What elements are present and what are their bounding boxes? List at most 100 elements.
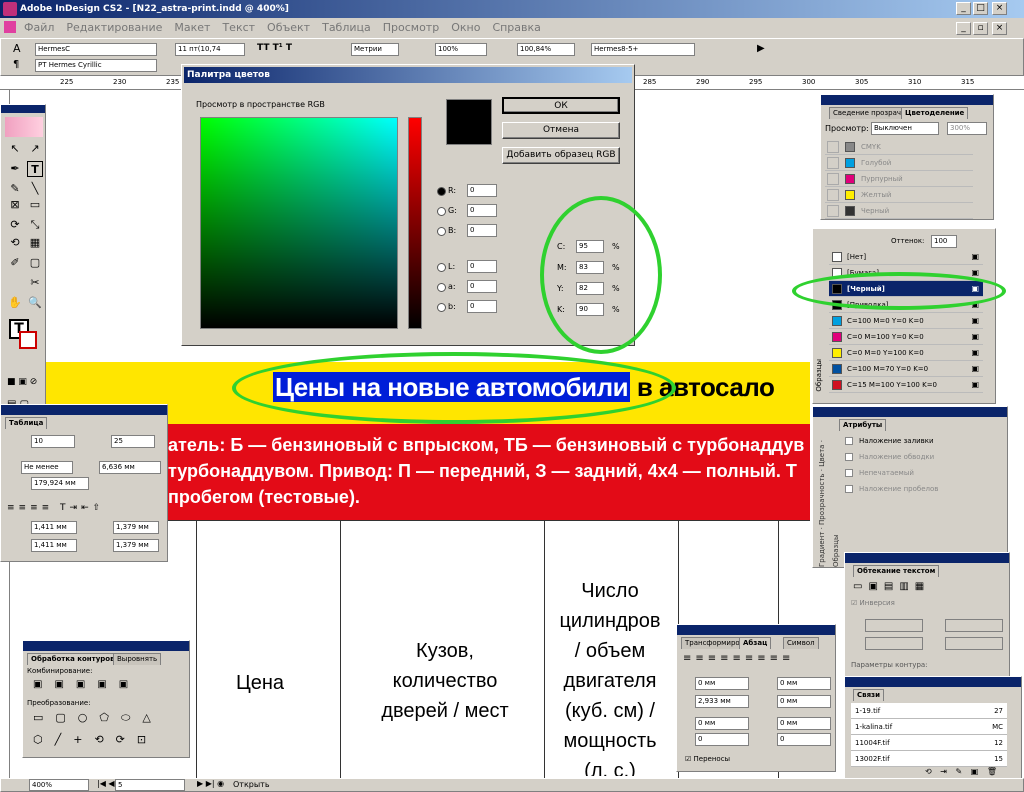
vertical-scale-field[interactable]: 100,84% <box>517 43 575 56</box>
ink-eye-toggle[interactable] <box>827 157 839 169</box>
eyedropper-tool[interactable]: ✐ <box>7 255 23 271</box>
color-mode-radio[interactable] <box>437 207 446 216</box>
ink-eye-toggle[interactable] <box>827 189 839 201</box>
wrap-offset-top[interactable] <box>865 619 923 632</box>
color-value-field[interactable]: 0 <box>467 300 497 313</box>
doc-minimize-button[interactable]: _ <box>956 22 971 35</box>
doc-restore-button[interactable]: ▫ <box>973 22 988 35</box>
zoom-field[interactable]: 400% <box>29 779 89 791</box>
zoom-tool[interactable]: 🔍 <box>27 295 43 311</box>
inset-right-field[interactable]: 1,379 мм <box>113 539 159 552</box>
tint-field[interactable]: 100 <box>931 235 957 248</box>
button-tool[interactable]: ▢ <box>27 255 43 271</box>
swatch-row[interactable]: C=15 M=100 Y=100 K=0 ▣ <box>829 377 983 393</box>
tab-character[interactable]: Символ <box>783 637 819 649</box>
doc-close-button[interactable]: × <box>992 22 1007 35</box>
tab-attributes[interactable]: Атрибуты <box>839 419 887 431</box>
hand-tool[interactable]: ✋ <box>7 295 23 311</box>
scissors-tool[interactable]: ✂ <box>27 275 43 291</box>
last-line-indent-field[interactable]: 0 мм <box>777 695 831 708</box>
link-row[interactable]: 1-kalina.tif МС <box>851 719 1007 735</box>
para-control-icon[interactable]: ¶ <box>13 59 19 70</box>
wrap-offset-left[interactable] <box>945 619 1003 632</box>
open-menu[interactable]: Открыть <box>233 780 270 789</box>
color-mode-radio[interactable] <box>437 283 446 292</box>
rotate-tool[interactable]: ⟳ <box>7 217 23 233</box>
swatch-row[interactable]: C=0 M=0 Y=100 K=0 ▣ <box>829 345 983 361</box>
free-transform-tool[interactable]: ⟲ <box>7 235 23 251</box>
menu-item[interactable]: Текст <box>222 21 255 34</box>
menu-item[interactable]: Таблица <box>322 21 371 34</box>
scale-tool[interactable]: ⤡ <box>27 217 43 233</box>
menu-item[interactable]: Редактирование <box>66 21 162 34</box>
ink-row[interactable]: Голубой <box>825 155 973 171</box>
font-style-field[interactable]: PT Hermes Cyrillic <box>35 59 157 72</box>
ink-eye-toggle[interactable] <box>827 205 839 217</box>
ink-row[interactable]: CMYK <box>825 139 973 155</box>
attribute-checkbox[interactable]: Непечатаемый <box>845 469 914 477</box>
combine-buttons[interactable]: ▣▣▣▣▣ <box>33 679 140 690</box>
convert-shape-buttons[interactable]: ▭▢○⬠⬭△ <box>33 711 163 725</box>
gradient-tool[interactable]: ▦ <box>27 235 43 251</box>
menu-item[interactable]: Просмотр <box>383 21 439 34</box>
tab-align[interactable]: Выровнять <box>113 653 162 665</box>
apply-color-buttons[interactable]: ■ ▣ ⊘ <box>7 377 37 387</box>
kerning-field[interactable]: Метрии <box>351 43 399 56</box>
pen-tool[interactable]: ✒ <box>7 161 23 177</box>
text-align-buttons[interactable]: ≡≡≡≡ T⇥⇤⇧ <box>7 503 104 513</box>
color-mode-radio[interactable] <box>437 227 446 236</box>
swatch-row[interactable]: C=100 M=70 Y=0 K=0 ▣ <box>829 361 983 377</box>
ink-row[interactable]: Желтый <box>825 187 973 203</box>
control-menu-icon[interactable]: ▶ <box>757 43 765 54</box>
side-tab-transparency[interactable]: Прозрачность <box>818 473 826 525</box>
convert-line-buttons[interactable]: ⬡╱+⟲⟳⊡ <box>33 733 158 746</box>
first-line-indent-field[interactable]: 2,933 мм <box>695 695 749 708</box>
sep-zoom-select[interactable]: 300% <box>947 122 987 135</box>
attribute-checkbox[interactable]: Наложение заливки <box>845 437 934 445</box>
color-value-field[interactable]: 0 <box>467 280 497 293</box>
menu-item[interactable]: Макет <box>174 21 210 34</box>
tab-separations[interactable]: Цветоделение <box>901 107 969 119</box>
side-tab-swatches[interactable]: Образцы <box>832 534 840 567</box>
inset-bottom-field[interactable]: 1,379 мм <box>113 521 159 534</box>
col-width-field[interactable]: 179,924 мм <box>31 477 89 490</box>
side-tab-colors[interactable]: Цвета <box>818 445 826 467</box>
close-button[interactable]: × <box>992 2 1007 15</box>
tab-table[interactable]: Таблица <box>5 417 48 429</box>
inset-left-field[interactable]: 1,411 мм <box>31 539 77 552</box>
attribute-checkbox[interactable]: Наложение пробелов <box>845 485 938 493</box>
type-tool[interactable]: T <box>27 161 43 177</box>
tab-text-wrap[interactable]: Обтекание текстом <box>853 565 940 577</box>
links-buttons[interactable]: ⟲ ⇥ ✎ ▣ 🗑 <box>925 767 1000 776</box>
inset-top-field[interactable]: 1,411 мм <box>31 521 77 534</box>
swatch-row[interactable]: C=100 M=0 Y=0 K=0 ▣ <box>829 313 983 329</box>
row-height-mode[interactable]: Не менее <box>21 461 73 474</box>
right-indent-field[interactable]: 0 мм <box>777 677 831 690</box>
tab-pathfinder[interactable]: Обработка контуров <box>27 653 119 665</box>
red-slider[interactable] <box>408 117 422 329</box>
color-field[interactable] <box>200 117 398 329</box>
ink-eye-toggle[interactable] <box>827 173 839 185</box>
color-value-field[interactable]: 0 <box>467 184 497 197</box>
drop-cap-lines-field[interactable]: 0 <box>695 733 749 746</box>
menu-item[interactable]: Объект <box>267 21 310 34</box>
color-mode-radio[interactable] <box>437 263 446 272</box>
rect-tool[interactable]: ▭ <box>27 197 43 213</box>
wrap-offset-bottom[interactable] <box>865 637 923 650</box>
left-indent-field[interactable]: 0 мм <box>695 677 749 690</box>
tab-transform[interactable]: Трансформиров <box>681 637 748 649</box>
tab-flattener[interactable]: Сведение прозрачн <box>829 107 910 119</box>
side-tab-gradient[interactable]: Градиент <box>818 532 826 567</box>
tab-paragraph[interactable]: Абзац <box>739 637 772 649</box>
language-field[interactable]: Hermes8-5+ <box>591 43 695 56</box>
ink-eye-toggle[interactable] <box>827 141 839 153</box>
cancel-button[interactable]: Отмена <box>502 122 620 139</box>
row-height-field[interactable]: 6,636 мм <box>99 461 161 474</box>
tab-links[interactable]: Связи <box>853 689 885 701</box>
menu-item[interactable]: Справка <box>492 21 540 34</box>
rows-field[interactable]: 10 <box>31 435 75 448</box>
wrap-offset-right[interactable] <box>945 637 1003 650</box>
rect-frame-tool[interactable]: ⊠ <box>7 197 23 213</box>
direct-selection-tool[interactable]: ↗ <box>27 141 43 157</box>
line-tool[interactable]: ╲ <box>27 181 43 197</box>
